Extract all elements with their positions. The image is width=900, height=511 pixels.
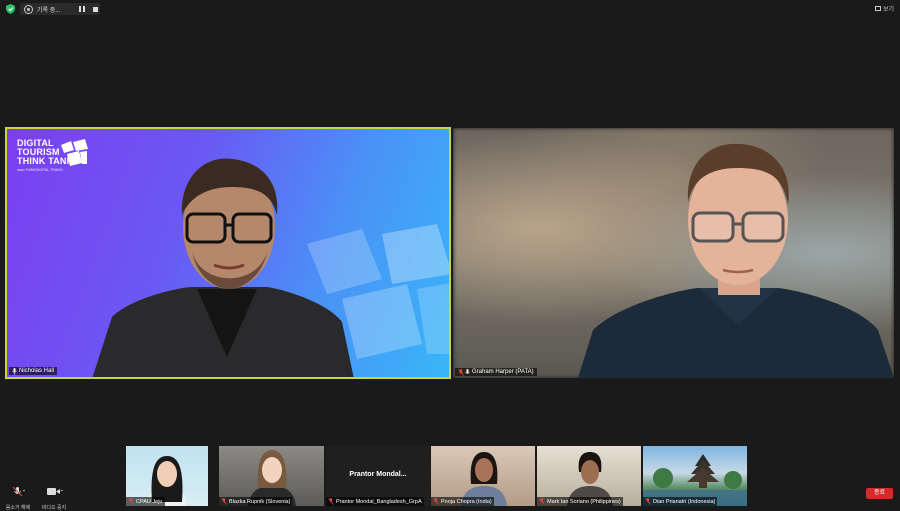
logo-mark-icon bbox=[61, 139, 88, 166]
gallery-tile-name-tag: Prantor Mondal_Bangladesh_GrpA bbox=[326, 497, 424, 506]
view-button[interactable]: 보기 bbox=[874, 4, 894, 13]
mic-muted-icon bbox=[128, 498, 134, 505]
participant-name: Graham Harper (PATA) bbox=[472, 369, 534, 375]
mic-muted-icon bbox=[458, 369, 464, 376]
participant-video[interactable]: Graham Harper (PATA) bbox=[453, 128, 894, 378]
participant-name: Nicholas Hall bbox=[19, 368, 55, 374]
unmute-label: 음소거 해제 bbox=[5, 505, 31, 511]
company-logo: DIGITAL TOURISM THINK TANK www.THINKDIGI… bbox=[17, 139, 88, 172]
participant-video-feed bbox=[92, 158, 354, 377]
stop-video-label: 비디오 중지 bbox=[41, 505, 67, 511]
gallery-tile-name-tag: Pooja Chopra (India) bbox=[431, 497, 494, 506]
active-speaker-video[interactable]: DIGITAL TOURISM THINK TANK www.THINKDIGI… bbox=[5, 127, 451, 379]
recording-indicator: 기록 중... bbox=[20, 3, 100, 15]
gallery-tile-name-tag: Dian Prianatri (Indonesia) bbox=[643, 497, 718, 506]
participant-name: Dian Prianatri (Indonesia) bbox=[653, 498, 716, 505]
participant-name-tag: Graham Harper (PATA) bbox=[455, 368, 537, 376]
mic-muted-icon bbox=[221, 498, 227, 505]
participant-gallery-strip: CPAU Jeju Blazka Rupnik (Slovenia) Prant… bbox=[124, 446, 750, 506]
mic-icon bbox=[12, 368, 17, 375]
top-bar: 기록 중... 보기 bbox=[0, 0, 900, 18]
mic-muted-icon bbox=[539, 498, 545, 505]
participant-name: CPAU Jeju bbox=[136, 498, 163, 505]
pause-recording-button[interactable] bbox=[79, 6, 85, 12]
participant-name: Prantor Mondal_Bangladesh_GrpA bbox=[336, 498, 422, 505]
logo-url: www.THINKDIGITAL.TRAVEL bbox=[17, 168, 64, 172]
gallery-tile[interactable]: Pooja Chopra (India) bbox=[431, 446, 535, 506]
mic-icon bbox=[465, 369, 470, 375]
unmute-button[interactable]: 음소거 해제 bbox=[2, 484, 34, 511]
stop-video-button[interactable]: 비디오 중지 bbox=[38, 484, 70, 511]
end-meeting-button[interactable]: 종료 bbox=[866, 488, 893, 499]
participant-name: Mark Ian Soriano (Philippines) bbox=[547, 498, 621, 505]
participant-name-tag: Nicholas Hall bbox=[9, 367, 58, 375]
stop-recording-button[interactable] bbox=[93, 6, 98, 12]
gallery-tile[interactable]: Prantor Mondal... Prantor Mondal_Banglad… bbox=[326, 446, 430, 506]
gallery-tile[interactable]: Blazka Rupnik (Slovenia) bbox=[219, 446, 324, 506]
gallery-tile[interactable]: Mark Ian Soriano (Philippines) bbox=[537, 446, 641, 506]
participant-video-feed bbox=[578, 143, 894, 378]
gallery-tile[interactable]: CPAU Jeju bbox=[126, 446, 208, 506]
mic-muted-icon bbox=[328, 498, 334, 505]
recording-label: 기록 중... bbox=[37, 7, 61, 14]
participant-name: Blazka Rupnik (Slovenia) bbox=[229, 498, 291, 505]
gallery-tile-name-tag: CPAU Jeju bbox=[126, 497, 165, 506]
gallery-tile-name-tag: Mark Ian Soriano (Philippines) bbox=[537, 497, 623, 506]
gallery-tile[interactable]: Dian Prianatri (Indonesia) bbox=[643, 446, 747, 506]
video-camera-icon bbox=[47, 488, 64, 495]
security-shield-icon[interactable] bbox=[6, 4, 15, 14]
mic-muted-icon bbox=[433, 498, 439, 505]
meeting-controls: 음소거 해제 비디오 중지 bbox=[6, 484, 88, 511]
mic-muted-icon bbox=[645, 498, 651, 505]
mic-muted-icon bbox=[12, 486, 26, 497]
gallery-tile-name-tag: Blazka Rupnik (Slovenia) bbox=[219, 497, 293, 506]
view-label: 보기 bbox=[882, 7, 894, 13]
grid-view-icon bbox=[874, 6, 881, 11]
record-icon bbox=[24, 4, 33, 14]
participant-name-placeholder: Prantor Mondal... bbox=[349, 471, 407, 478]
participant-name: Pooja Chopra (India) bbox=[441, 498, 492, 505]
